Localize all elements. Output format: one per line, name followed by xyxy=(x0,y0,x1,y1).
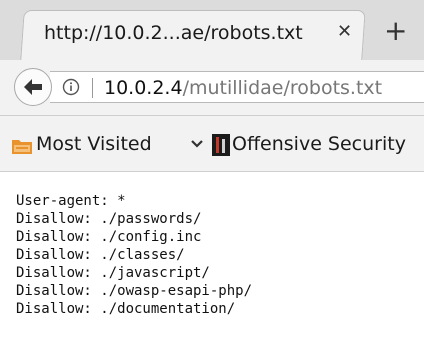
plus-icon[interactable]: + xyxy=(384,16,407,46)
robots-line: Disallow: ./passwords/ xyxy=(16,211,202,227)
url-separator xyxy=(92,78,93,98)
robots-line: Disallow: ./documentation/ xyxy=(16,301,236,317)
robots-line: Disallow: ./javascript/ xyxy=(16,265,210,281)
robots-line: Disallow: ./owasp-esapi-php/ xyxy=(16,283,253,299)
chevron-down-icon[interactable] xyxy=(190,138,204,150)
bookmarks-toolbar: Most Visited Offensive Security xyxy=(0,116,424,172)
url-text[interactable]: 10.0.2.4/mutillidae/robots.txt xyxy=(104,77,382,99)
url-path: /mutillidae/robots.txt xyxy=(182,77,383,99)
info-icon[interactable] xyxy=(62,78,80,96)
robots-line: Disallow: ./config.inc xyxy=(16,229,202,245)
robots-txt-content: User-agent: * Disallow: ./passwords/Disal… xyxy=(16,192,252,318)
bookmark-offensive-security[interactable]: Offensive Security xyxy=(232,133,406,155)
back-button[interactable] xyxy=(14,68,52,106)
tab-title[interactable]: http://10.0.2...ae/robots.txt xyxy=(44,22,303,44)
robots-line: Disallow: ./classes/ xyxy=(16,247,185,263)
url-host: 10.0.2.4 xyxy=(104,77,183,99)
bookmark-most-visited[interactable]: Most Visited xyxy=(36,133,152,155)
folder-icon[interactable] xyxy=(12,138,32,154)
navigation-bar: 10.0.2.4/mutillidae/robots.txt xyxy=(0,60,424,116)
page-content: User-agent: * Disallow: ./passwords/Disal… xyxy=(0,172,424,352)
offensive-security-icon[interactable] xyxy=(212,134,230,156)
browser-chrome: http://10.0.2...ae/robots.txt ✕ + 10.0.2… xyxy=(0,0,424,172)
robots-line: User-agent: * xyxy=(16,193,126,209)
close-icon[interactable]: ✕ xyxy=(337,22,352,42)
tab-strip: http://10.0.2...ae/robots.txt ✕ + xyxy=(0,0,424,60)
back-arrow-icon xyxy=(24,79,42,95)
